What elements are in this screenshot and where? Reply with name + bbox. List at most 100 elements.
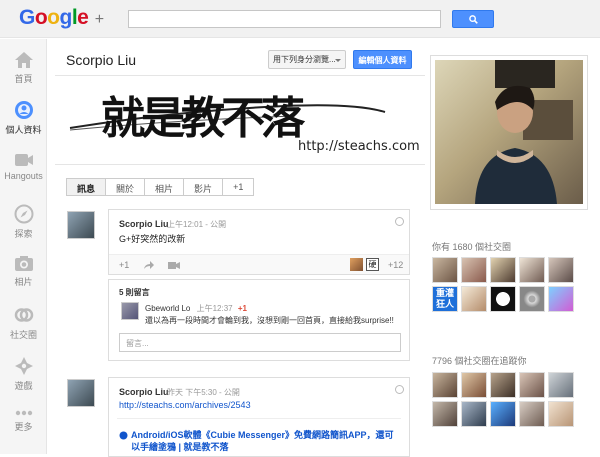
circle-member-avatar[interactable] — [490, 257, 516, 283]
tab-plus-one[interactable]: +1 — [223, 178, 255, 196]
circle-member-avatar[interactable]: 重灌狂人 — [432, 286, 458, 312]
circle-member-avatar[interactable] — [490, 286, 516, 312]
profile-icon — [14, 101, 33, 119]
followers-heading[interactable]: 7796 個社交圈在追蹤你 — [432, 354, 527, 367]
banner-url: http://steachs.com — [298, 139, 420, 154]
follower-avatar[interactable] — [548, 372, 574, 398]
post-link[interactable]: http://steachs.com/archives/2543 — [119, 400, 251, 410]
circles-grid: 重灌狂人 — [432, 257, 574, 312]
hangouts-icon — [14, 154, 33, 166]
post-avatar[interactable] — [67, 379, 95, 407]
profile-name: Scorpio Liu — [66, 52, 137, 68]
circles-icon — [14, 308, 33, 322]
comment-time[interactable]: 上午12:37 — [197, 304, 233, 313]
comment-avatar[interactable] — [121, 302, 139, 320]
plus-one-avatar[interactable] — [350, 258, 363, 271]
post-time[interactable]: 上午12:01 - 公開 — [167, 219, 226, 230]
search-icon — [468, 14, 478, 24]
follower-avatar[interactable] — [519, 372, 545, 398]
nav-explore-label: 探索 — [14, 229, 33, 239]
post-time[interactable]: 昨天 下午5:30 - 公開 — [167, 387, 240, 398]
follower-avatar[interactable] — [519, 401, 545, 427]
plus-one-button[interactable]: +1 — [119, 260, 129, 270]
comment-plus-one[interactable]: +1 — [238, 304, 247, 313]
banner-title: 就是教不落 — [101, 93, 305, 144]
nav-hangouts-label: Hangouts — [4, 171, 43, 181]
circle-member-avatar[interactable] — [548, 257, 574, 283]
post-avatar[interactable] — [67, 211, 95, 239]
follower-avatar[interactable] — [490, 401, 516, 427]
shared-link-card[interactable]: Android/iOS軟體《Cubie Messenger》免費網路簡訊APP，… — [117, 418, 401, 453]
logo-plus: + — [94, 11, 104, 28]
top-bar: Google + — [0, 0, 600, 38]
more-icon — [15, 410, 32, 416]
post-menu-icon[interactable] — [395, 217, 404, 226]
plus-one-count[interactable]: +12 — [388, 260, 403, 270]
post-action-bar: +1 硬 +12 — [109, 254, 409, 274]
hangout-icon[interactable] — [168, 261, 180, 270]
nav-profile-label: 個人資料 — [5, 125, 42, 135]
follower-avatar[interactable] — [490, 372, 516, 398]
tab-posts[interactable]: 訊息 — [66, 178, 107, 196]
nav-photos[interactable]: 相片 — [0, 255, 47, 288]
follower-avatar[interactable] — [432, 372, 458, 398]
tab-about[interactable]: 關於 — [106, 178, 146, 196]
profile-photo-image — [435, 60, 583, 204]
followers-grid — [432, 372, 574, 427]
profile-photo[interactable] — [430, 55, 588, 210]
nav-hangouts[interactable]: Hangouts — [0, 152, 47, 181]
nav-home[interactable]: 首頁 — [0, 51, 47, 85]
view-as-dropdown[interactable]: 用下列身分瀏覽... — [268, 50, 346, 69]
plus-one-avatar[interactable]: 硬 — [366, 258, 379, 271]
nav-games[interactable]: 遊戲 — [0, 356, 47, 392]
circle-member-avatar[interactable] — [519, 257, 545, 283]
in-circles-heading[interactable]: 你有 1680 個社交圈 — [432, 240, 511, 253]
nav-circles-label: 社交圈 — [9, 330, 37, 340]
nav-explore[interactable]: 探索 — [0, 204, 47, 240]
comment-author[interactable]: Gbeworld Lo — [145, 304, 190, 313]
nav-more-label: 更多 — [14, 422, 33, 432]
comment-text: 還以為再一段時間才會輪到我，沒想到剛一回首頁，直接給我surprise!! — [145, 316, 394, 325]
google-plus-logo[interactable]: Google + — [19, 6, 104, 30]
photos-icon — [14, 256, 33, 271]
comments-box: 5 則留言 Gbeworld Lo 上午12:37 +1 還以為再一段時間才會輪… — [108, 279, 410, 361]
profile-banner: 就是教不落 http://steachs.com — [55, 75, 425, 165]
tab-photos[interactable]: 相片 — [145, 178, 185, 196]
profile-tabs: 訊息 關於 相片 影片 +1 — [66, 178, 255, 196]
circle-member-avatar[interactable] — [432, 257, 458, 283]
link-title[interactable]: Android/iOS軟體《Cubie Messenger》免費網路簡訊APP，… — [131, 429, 401, 453]
post-author[interactable]: Scorpio Liu — [119, 219, 169, 229]
nav-circles[interactable]: 社交圈 — [0, 305, 47, 341]
follower-avatar[interactable] — [432, 401, 458, 427]
follower-avatar[interactable] — [461, 372, 487, 398]
post-menu-icon[interactable] — [395, 385, 404, 394]
post-card: Scorpio Liu 昨天 下午5:30 - 公開 http://steach… — [108, 377, 410, 457]
nav-home-label: 首頁 — [14, 74, 33, 84]
circle-member-avatar[interactable] — [461, 257, 487, 283]
home-icon — [14, 52, 33, 68]
search-button[interactable] — [452, 10, 494, 28]
games-icon — [14, 357, 33, 375]
comment-input[interactable]: 留言... — [119, 333, 401, 352]
post-author[interactable]: Scorpio Liu — [119, 387, 169, 397]
left-nav: 首頁 個人資料 Hangouts 探索 相片 社交圈 遊戲 更多 — [0, 39, 47, 454]
circle-member-avatar[interactable] — [548, 286, 574, 312]
follower-avatar[interactable] — [548, 401, 574, 427]
explore-icon — [14, 204, 33, 224]
post-body: G+好突然的改新 — [119, 234, 186, 244]
search-input[interactable] — [128, 10, 441, 28]
nav-profile[interactable]: 個人資料 — [0, 100, 47, 136]
share-icon[interactable] — [143, 260, 155, 270]
edit-profile-button[interactable]: 編輯個人資料 — [353, 50, 412, 69]
tab-videos[interactable]: 影片 — [184, 178, 224, 196]
circle-member-avatar[interactable] — [519, 286, 545, 312]
comment-header: Gbeworld Lo 上午12:37 +1 — [145, 303, 247, 314]
nav-more[interactable]: 更多 — [0, 409, 47, 433]
circle-member-avatar[interactable] — [461, 286, 487, 312]
profile-header: Scorpio Liu 用下列身分瀏覽... 編輯個人資料 — [55, 45, 420, 75]
follower-avatar[interactable] — [461, 401, 487, 427]
post-card: Scorpio Liu 上午12:01 - 公開 G+好突然的改新 +1 硬 +… — [108, 209, 410, 275]
comment-count[interactable]: 5 則留言 — [119, 287, 150, 298]
link-thumbnail-icon — [119, 431, 128, 440]
nav-photos-label: 相片 — [14, 277, 33, 287]
